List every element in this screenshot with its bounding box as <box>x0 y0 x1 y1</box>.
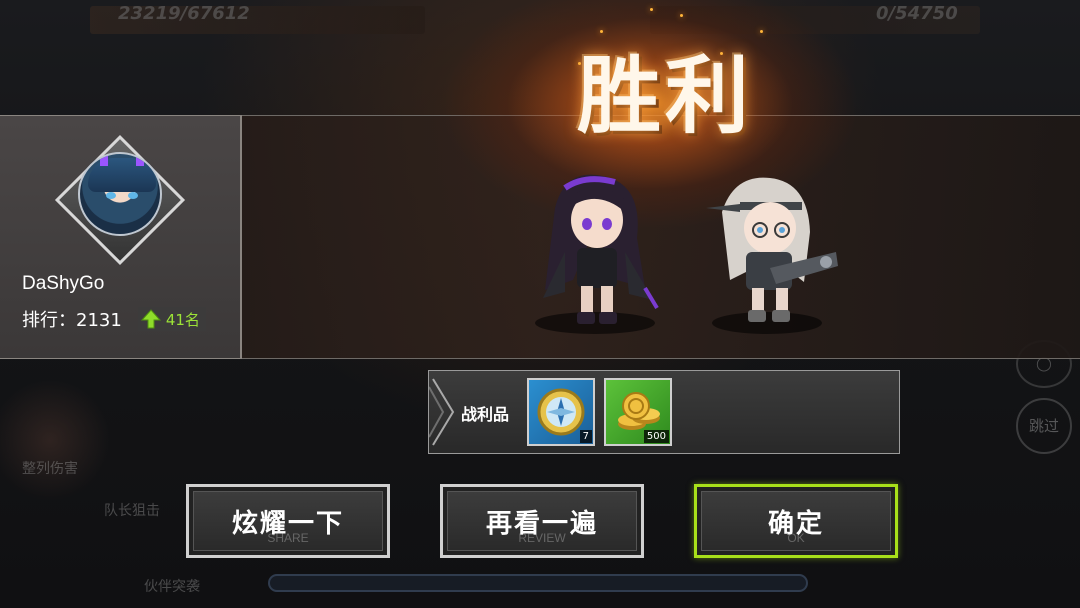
character-white-hair <box>706 177 838 322</box>
skip-button-bg: 跳过 <box>1016 398 1072 454</box>
ok-button[interactable]: 确定 OK <box>694 484 898 558</box>
loot-item-compass[interactable]: 7 <box>527 378 595 446</box>
share-button-label: 炫耀一下 <box>231 508 344 539</box>
avatar-eye <box>106 192 116 199</box>
victory-title: 胜利 <box>576 46 753 145</box>
up-arrow-icon <box>138 307 164 331</box>
skill-label: 队长狙击 <box>104 503 160 519</box>
skill-label: 伙伴突袭 <box>144 579 200 595</box>
ok-button-label: 确定 <box>767 508 824 539</box>
avatar-horn <box>136 154 144 166</box>
rank-up-badge: 41名 <box>137 307 206 331</box>
avatar <box>78 152 162 236</box>
rank-change: 41名 <box>165 310 200 329</box>
rank-label: 排行：2131 <box>22 310 122 331</box>
review-button-face[interactable]: 再看一遍 REVIEW <box>447 491 637 551</box>
spark-particle <box>650 8 653 11</box>
share-button-face[interactable]: 炫耀一下 SHARE <box>193 491 383 551</box>
loot-label: 战利品 <box>461 405 510 424</box>
loot-bar: 战利品 7 500 <box>428 370 900 454</box>
loot-count: 7 <box>579 430 592 443</box>
avatar-frame <box>54 134 186 266</box>
ok-button-face[interactable]: 确定 OK <box>701 491 891 551</box>
review-button[interactable]: 再看一遍 REVIEW <box>440 484 644 558</box>
hp-readout-left: 23219/67612 <box>118 3 250 24</box>
character-purple-hair <box>543 174 659 324</box>
energy-bar-bg <box>268 574 808 592</box>
spark-particle <box>680 14 683 17</box>
share-button[interactable]: 炫耀一下 SHARE <box>186 484 390 558</box>
skill-label: 整列伤害 <box>22 461 78 477</box>
review-button-label: 再看一遍 <box>485 508 598 539</box>
avatar-horn <box>100 154 108 166</box>
loot-count: 500 <box>643 430 669 443</box>
spark-particle <box>760 30 763 33</box>
player-name: DaShyGo <box>22 273 105 294</box>
loot-item-gold[interactable]: 500 <box>604 378 672 446</box>
rank-row: 排行：2131 41名 <box>22 306 206 332</box>
avatar-eye <box>128 192 138 199</box>
chevron-right-icon <box>429 378 455 446</box>
spark-particle <box>600 30 603 33</box>
avatar-hair <box>88 158 156 192</box>
hp-readout-right: 0/54750 <box>876 3 958 24</box>
